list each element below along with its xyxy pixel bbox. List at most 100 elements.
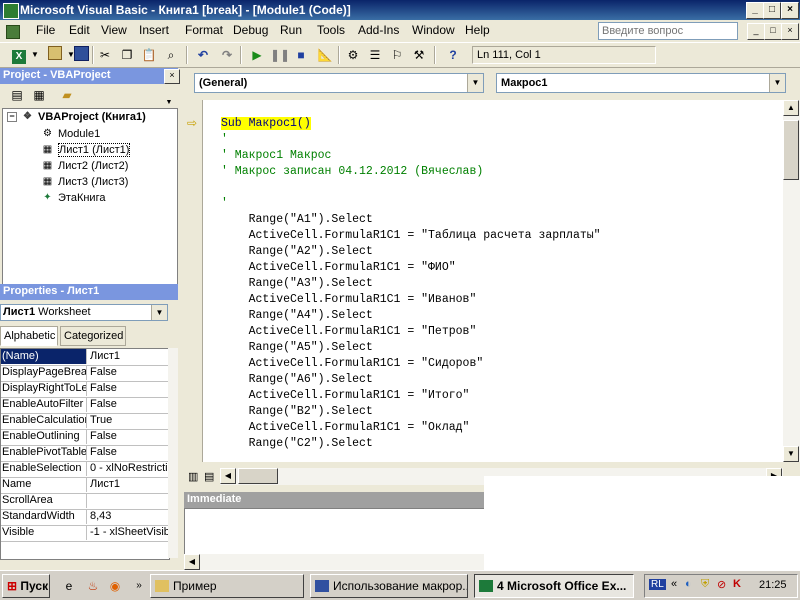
property-value[interactable]: 0 - xlNoRestrictions bbox=[88, 461, 168, 476]
property-value[interactable]: Лист1 bbox=[88, 477, 168, 492]
mdi-minimize-button[interactable]: _ bbox=[747, 23, 765, 40]
property-value[interactable] bbox=[88, 493, 168, 508]
reset-icon[interactable]: ■ bbox=[292, 46, 310, 64]
property-row[interactable]: Visible-1 - xlSheetVisible bbox=[1, 525, 169, 542]
procedure-combo[interactable]: Макрос1 ▼ bbox=[496, 73, 786, 93]
scroll-left-icon[interactable]: ◀ bbox=[184, 554, 200, 570]
property-row[interactable]: EnableAutoFilter False bbox=[1, 397, 169, 414]
chevron-down-icon[interactable]: ▼ bbox=[467, 74, 483, 92]
immediate-scrollbar[interactable]: ◀ bbox=[184, 554, 484, 570]
collapse-icon[interactable]: − bbox=[7, 112, 17, 123]
code-line[interactable]: ' bbox=[221, 196, 228, 212]
code-vertical-scrollbar[interactable]: ▲ ▼ bbox=[783, 100, 800, 462]
tree-item-thisworkbook[interactable]: ✦ ЭтаКнига bbox=[41, 192, 105, 204]
tree-item-sheet2[interactable]: ▦ Лист2 (Лист2) bbox=[41, 160, 129, 172]
menu-format[interactable]: Format bbox=[185, 23, 223, 37]
find-icon[interactable]: ⌕ bbox=[162, 46, 180, 64]
property-value[interactable]: True bbox=[88, 413, 168, 428]
save-icon[interactable] bbox=[72, 46, 90, 64]
quicklaunch-expand-icon[interactable]: » bbox=[130, 577, 148, 595]
code-line[interactable]: ' Макрос1 Макрос bbox=[221, 148, 331, 164]
property-row[interactable]: (Name) Лист1 bbox=[1, 349, 169, 366]
object-selector[interactable]: Лист1 Worksheet ▼ bbox=[0, 304, 168, 321]
task-button-word[interactable]: Использование макрор... bbox=[310, 574, 468, 598]
run-icon[interactable]: ▶ bbox=[248, 46, 266, 64]
dropdown-arrow-icon[interactable]: ▼ bbox=[30, 46, 40, 64]
toolbox-icon[interactable]: ⚒ bbox=[410, 46, 428, 64]
view-object-icon[interactable]: ▦ bbox=[30, 86, 48, 104]
tree-root[interactable]: − ❖ VBAProject (Книга1) bbox=[7, 111, 146, 123]
ie-icon[interactable]: e bbox=[60, 577, 78, 595]
code-line[interactable]: ActiveCell.FormulaR1C1 = "Петров" bbox=[221, 324, 477, 340]
properties-icon[interactable]: ☰ bbox=[366, 46, 384, 64]
code-line[interactable]: Range("A5").Select bbox=[221, 340, 373, 356]
property-row[interactable]: StandardWidth 8,43 bbox=[1, 509, 169, 526]
module-icon[interactable] bbox=[6, 25, 20, 39]
minimize-button[interactable]: _ bbox=[746, 2, 764, 19]
property-row[interactable]: DisplayRightToLeft False bbox=[1, 381, 169, 398]
property-value[interactable]: -1 - xlSheetVisible bbox=[88, 525, 168, 540]
close-button[interactable]: × bbox=[781, 2, 799, 19]
redo-icon[interactable]: ↷ bbox=[218, 46, 236, 64]
procedure-view-icon[interactable]: ▤ bbox=[204, 470, 214, 483]
project-close-button[interactable]: × bbox=[164, 69, 180, 84]
code-line[interactable]: Range("A3").Select bbox=[221, 276, 373, 292]
language-indicator[interactable]: RL bbox=[649, 579, 666, 590]
code-line[interactable]: ActiveCell.FormulaR1C1 = "Оклад" bbox=[221, 420, 470, 436]
copy-icon[interactable]: ❐ bbox=[118, 46, 136, 64]
mdi-close-button[interactable]: × bbox=[781, 23, 799, 40]
code-line[interactable]: ActiveCell.FormulaR1C1 = "ФИО" bbox=[221, 260, 456, 276]
code-line[interactable]: Range("A6").Select bbox=[221, 372, 373, 388]
immediate-input[interactable] bbox=[184, 508, 486, 556]
help-icon[interactable]: ? bbox=[444, 46, 462, 64]
excel-icon[interactable]: X bbox=[10, 46, 28, 64]
view-code-icon[interactable]: ▤ bbox=[8, 86, 26, 104]
chevron-down-icon[interactable]: ▼ bbox=[151, 305, 167, 320]
scroll-up-icon[interactable]: ▲ bbox=[783, 100, 799, 116]
code-line[interactable]: Range("A2").Select bbox=[221, 244, 373, 260]
insert-module-icon[interactable] bbox=[46, 46, 64, 64]
property-row[interactable]: EnablePivotTable False bbox=[1, 445, 169, 462]
code-line[interactable]: Range("A1").Select bbox=[221, 212, 373, 228]
property-row[interactable]: EnableOutlining False bbox=[1, 429, 169, 446]
chevron-down-icon[interactable]: ▼ bbox=[769, 74, 785, 92]
property-row[interactable]: ScrollArea bbox=[1, 493, 169, 510]
menu-insert[interactable]: Insert bbox=[139, 23, 169, 37]
code-editor[interactable]: Sub Макрос1() ' ' Макрос1 Макрос ' Макрос з… bbox=[203, 100, 783, 462]
project-explorer-icon[interactable]: ⚙ bbox=[344, 46, 362, 64]
security-icon[interactable]: ⊘ bbox=[717, 578, 726, 591]
property-row[interactable]: DisplayPageBreaksFalse bbox=[1, 365, 169, 382]
design-mode-icon[interactable]: 📐 bbox=[316, 46, 334, 64]
code-line[interactable]: Range("B2").Select bbox=[221, 404, 373, 420]
paste-icon[interactable]: 📋 bbox=[140, 46, 158, 64]
menu-add-ins[interactable]: Add-Ins bbox=[358, 23, 399, 37]
tab-categorized[interactable]: Categorized bbox=[60, 326, 126, 346]
network-icon[interactable]: ◐ bbox=[685, 578, 692, 590]
menu-edit[interactable]: Edit bbox=[69, 23, 90, 37]
scroll-thumb[interactable] bbox=[238, 468, 278, 484]
menu-window[interactable]: Window bbox=[412, 23, 455, 37]
code-line[interactable]: ActiveCell.FormulaR1C1 = "Итого" bbox=[221, 388, 470, 404]
property-row[interactable]: Name Лист1 bbox=[1, 477, 169, 494]
property-value[interactable]: 8,43 bbox=[88, 509, 168, 524]
property-scrollbar[interactable] bbox=[168, 348, 178, 558]
tree-item-sheet1[interactable]: ▦ Лист1 (Лист1) bbox=[41, 143, 131, 157]
cut-icon[interactable]: ✂ bbox=[96, 46, 114, 64]
start-button[interactable]: ⊞ Пуск bbox=[2, 574, 50, 598]
object-browser-icon[interactable]: ⚐ bbox=[388, 46, 406, 64]
code-line[interactable]: ' Макрос записан 04.12.2012 (Вячеслав) bbox=[221, 164, 483, 180]
toggle-folders-icon[interactable]: ▰ bbox=[58, 86, 76, 104]
task-button-excel[interactable]: 4 Microsoft Office Ex... bbox=[474, 574, 634, 598]
mdi-restore-button[interactable]: □ bbox=[764, 23, 782, 40]
property-value[interactable]: False bbox=[88, 365, 168, 380]
code-line[interactable]: ' bbox=[221, 132, 228, 148]
property-value[interactable]: False bbox=[88, 397, 168, 412]
property-row[interactable]: EnableSelection0 - xlNoRestrictions bbox=[1, 461, 169, 478]
break-icon[interactable]: ❚❚ bbox=[270, 46, 290, 64]
shield-icon[interactable]: ⛨ bbox=[701, 578, 709, 591]
code-line[interactable]: ActiveCell.FormulaR1C1 = "Иванов" bbox=[221, 292, 477, 308]
vba-app-icon[interactable] bbox=[3, 3, 19, 19]
code-line[interactable]: ActiveCell.FormulaR1C1 = "Сидоров" bbox=[221, 356, 484, 372]
menu-file[interactable]: File bbox=[36, 23, 55, 37]
code-line[interactable]: Range("A4").Select bbox=[221, 308, 373, 324]
